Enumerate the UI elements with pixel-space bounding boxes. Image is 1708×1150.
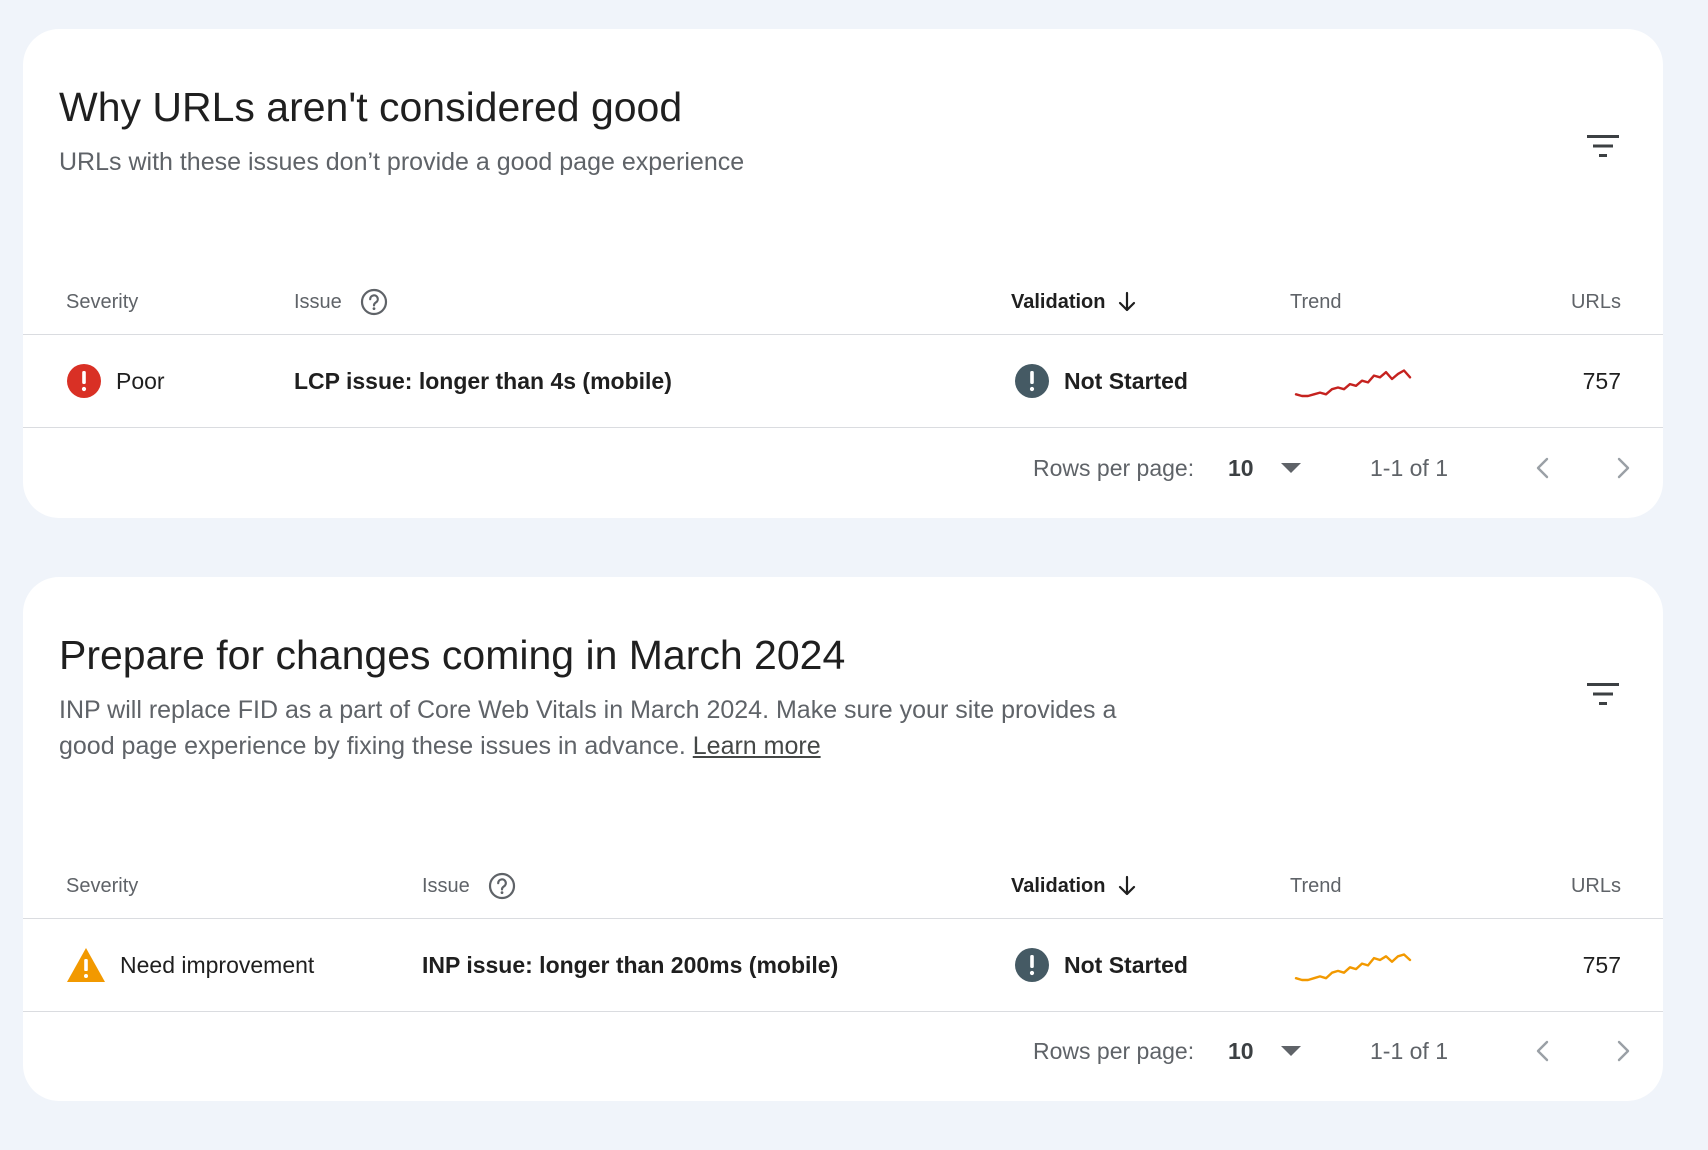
card-title: Why URLs aren't considered good xyxy=(59,84,683,130)
pagination-range: 1-1 of 1 xyxy=(1370,454,1448,481)
table-row[interactable]: Poor LCP issue: longer than 4s (mobile) … xyxy=(23,335,1663,428)
issue-cell: LCP issue: longer than 4s (mobile) xyxy=(294,367,672,394)
card-subtitle: URLs with these issues don’t provide a g… xyxy=(59,148,745,176)
validation-cell: Not Started xyxy=(1014,335,1188,427)
urls-count: 757 xyxy=(1582,367,1621,394)
issues-card-upcoming: Prepare for changes coming in March 2024… xyxy=(23,577,1663,1101)
column-trend[interactable]: Trend xyxy=(1290,270,1342,334)
severity-label: Poor xyxy=(116,367,165,394)
column-urls[interactable]: URLs xyxy=(1571,854,1621,918)
card-subtitle: INP will replace FID as a part of Core W… xyxy=(59,692,1159,764)
column-validation-label: Validation xyxy=(1011,290,1106,313)
exclamation-circle-icon xyxy=(1014,947,1050,983)
validation-status: Not Started xyxy=(1064,951,1188,978)
column-severity[interactable]: Severity xyxy=(66,854,138,918)
column-validation[interactable]: Validation xyxy=(1011,854,1137,918)
severity-cell: Poor xyxy=(66,335,165,427)
rows-per-page-label: Rows per page: xyxy=(1033,454,1195,481)
rows-per-page-label: Rows per page: xyxy=(1033,1037,1195,1064)
previous-page-button[interactable] xyxy=(1533,438,1553,498)
trend-sparkline xyxy=(1294,953,1412,982)
column-validation[interactable]: Validation xyxy=(1011,270,1137,334)
arrow-down-icon xyxy=(1117,291,1137,313)
issues-card-poor: Why URLs aren't considered good URLs wit… xyxy=(23,29,1663,518)
table-row[interactable]: Need improvement INP issue: longer than … xyxy=(23,919,1663,1012)
filter-icon xyxy=(1587,135,1619,157)
rows-per-page-select[interactable]: 10 xyxy=(1228,1021,1302,1081)
help-icon[interactable] xyxy=(360,288,388,316)
chevron-right-icon xyxy=(1617,457,1630,479)
pagination: Rows per page: 10 1-1 of 1 xyxy=(23,438,1663,498)
warning-triangle-icon xyxy=(66,947,106,983)
pagination-range: 1-1 of 1 xyxy=(1370,1037,1448,1064)
trend-line xyxy=(1294,369,1412,398)
exclamation-circle-icon xyxy=(1014,363,1050,399)
trend-cell xyxy=(1293,335,1413,427)
filter-button[interactable] xyxy=(1583,126,1623,166)
column-issue: Issue xyxy=(294,270,388,334)
learn-more-link[interactable]: Learn more xyxy=(693,732,821,760)
dropdown-arrow-icon xyxy=(1280,1045,1302,1057)
next-page-button[interactable] xyxy=(1613,1021,1633,1081)
rows-per-page-select[interactable]: 10 xyxy=(1228,438,1302,498)
column-validation-label: Validation xyxy=(1011,874,1106,897)
table-header: Severity Issue Validation Trend URLs xyxy=(23,270,1663,335)
chevron-left-icon xyxy=(1536,1040,1549,1062)
chevron-right-icon xyxy=(1617,1040,1630,1062)
table-header: Severity Issue Validation Trend URLs xyxy=(23,854,1663,919)
column-issue: Issue xyxy=(422,854,516,918)
severity-label: Need improvement xyxy=(120,951,315,978)
rows-per-page-value: 10 xyxy=(1228,1037,1254,1064)
issue-cell: INP issue: longer than 200ms (mobile) xyxy=(422,951,839,978)
validation-status: Not Started xyxy=(1064,367,1188,394)
trend-sparkline xyxy=(1294,369,1412,398)
column-severity[interactable]: Severity xyxy=(66,270,138,334)
pagination: Rows per page: 10 1-1 of 1 xyxy=(23,1021,1663,1081)
validation-cell: Not Started xyxy=(1014,919,1188,1011)
filter-button[interactable] xyxy=(1583,674,1623,714)
dropdown-arrow-icon xyxy=(1280,462,1302,474)
card-subtitle-text: INP will replace FID as a part of Core W… xyxy=(59,696,1117,760)
severity-cell: Need improvement xyxy=(66,919,314,1011)
help-icon[interactable] xyxy=(488,872,516,900)
card-title: Prepare for changes coming in March 2024 xyxy=(59,632,846,678)
filter-icon xyxy=(1587,683,1619,705)
urls-count: 757 xyxy=(1582,951,1621,978)
rows-per-page-value: 10 xyxy=(1228,454,1254,481)
trend-cell xyxy=(1293,919,1413,1011)
arrow-down-icon xyxy=(1117,875,1137,897)
trend-line xyxy=(1294,953,1412,982)
chevron-left-icon xyxy=(1536,457,1549,479)
column-urls[interactable]: URLs xyxy=(1571,270,1621,334)
next-page-button[interactable] xyxy=(1613,438,1633,498)
column-issue-label[interactable]: Issue xyxy=(422,875,470,898)
error-circle-icon xyxy=(66,363,102,399)
column-trend[interactable]: Trend xyxy=(1290,854,1342,918)
column-issue-label[interactable]: Issue xyxy=(294,291,342,314)
previous-page-button[interactable] xyxy=(1533,1021,1553,1081)
